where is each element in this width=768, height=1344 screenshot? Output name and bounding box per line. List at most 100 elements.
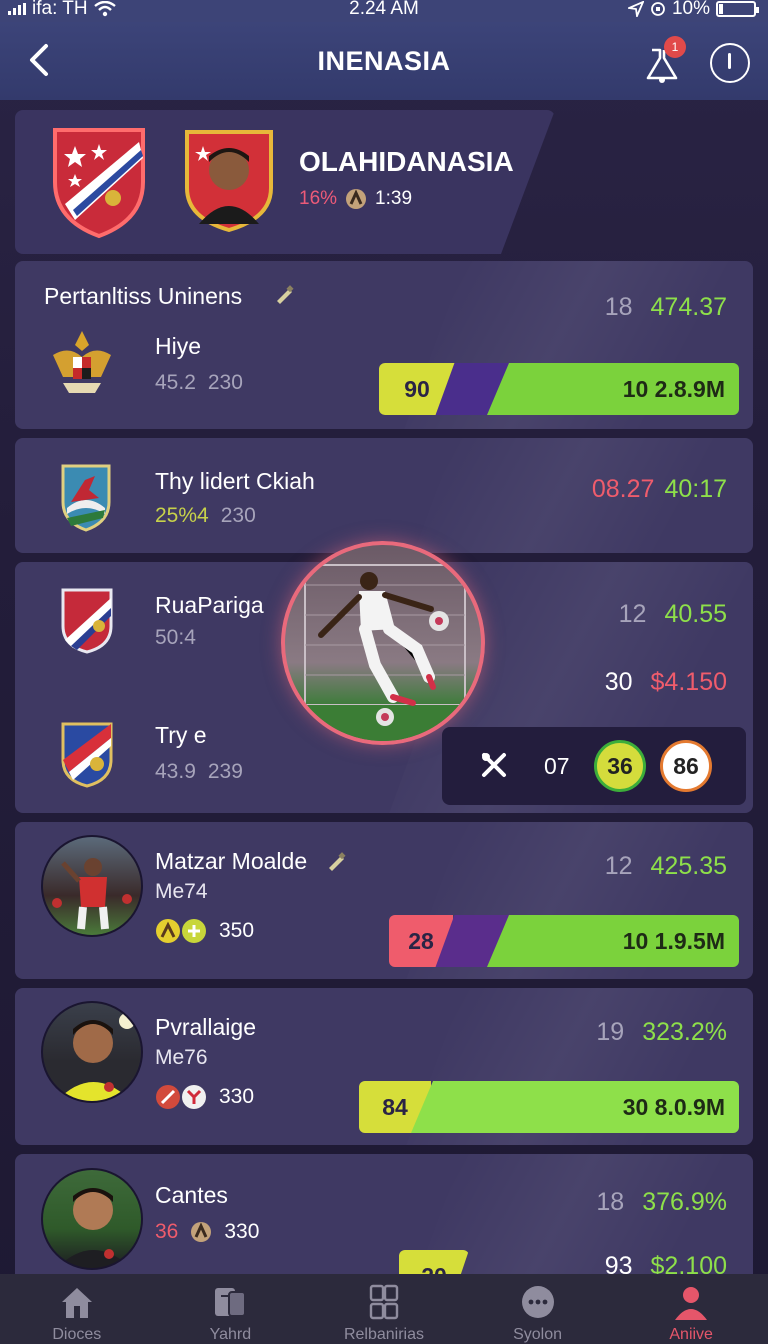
club-crest-icon <box>61 464 111 532</box>
notification-badge: 1 <box>664 36 686 58</box>
team-meta: 16% 1:39 <box>299 188 412 210</box>
badges-icon <box>156 1085 206 1109</box>
value: 425.35 <box>650 852 727 880</box>
stat-b: 230 <box>220 504 256 527</box>
pencil-icon <box>329 852 346 871</box>
pencil-icon <box>277 285 294 304</box>
score-home: 36 <box>594 740 646 792</box>
odds-bar[interactable]: 28 10 1.9.5M <box>389 915 739 967</box>
club-name: Try e <box>155 722 207 748</box>
stat-a: 50:4 <box>155 626 196 649</box>
player-avatar <box>41 1001 143 1103</box>
chat-icon <box>521 1286 554 1318</box>
odds-bar[interactable]: 90 10 2.8.9M <box>379 363 739 415</box>
value-a: 08.27 <box>591 475 655 503</box>
match-score-panel[interactable]: 07 36 86 <box>442 727 746 805</box>
tab-label: Relbanirias <box>343 1326 424 1343</box>
section-title: Pertanltiss Uninens <box>44 283 243 309</box>
stat-a: 43.9 <box>155 760 196 783</box>
profile-icon <box>675 1287 708 1320</box>
tab-yahrd[interactable]: Yahrd <box>154 1274 308 1344</box>
cards-icon <box>215 1288 247 1317</box>
location-icon <box>627 1 644 17</box>
rotation-lock-icon <box>651 2 665 16</box>
player-name: Matzar Moalde <box>155 848 308 874</box>
value: 474.37 <box>650 293 727 321</box>
player-kick-illustration <box>285 564 481 741</box>
player-name: Cantes <box>155 1182 228 1208</box>
bar-right-value: 10 2.8.9M <box>487 363 739 415</box>
list-item[interactable]: Pertanltiss Uninens Hiye 45.2 230 18 474… <box>15 261 753 429</box>
club-stats: 43.9 239 <box>155 760 243 784</box>
club-name: Thy lidert Ckiah <box>155 468 315 494</box>
bar-right-value: 30 8.0.9M <box>411 1081 739 1133</box>
player-code: Me76 <box>155 1046 208 1069</box>
player-stats: 36 330 <box>155 1220 259 1244</box>
stat-a: 36 <box>155 1220 179 1243</box>
club-name: Hiye <box>155 333 202 359</box>
highlight-video-thumbnail[interactable] <box>281 541 485 745</box>
value: 376.9% <box>642 1188 727 1216</box>
rank: 12 <box>604 852 633 880</box>
list-item[interactable]: Thy lidert Ckiah 25%4 230 08.27 40:17 <box>15 438 753 553</box>
battery-percent: 10% <box>671 0 710 19</box>
tab-label: Yahrd <box>209 1326 252 1343</box>
garuda-crest-icon <box>53 331 111 393</box>
tab-aniive[interactable]: Aniive <box>614 1274 768 1344</box>
sub-value: $4.150 <box>650 668 727 696</box>
rank-value: 18 474.37 <box>605 293 727 322</box>
sub-rank: 30 <box>604 668 633 696</box>
tab-syolon[interactable]: Syolon <box>461 1274 615 1344</box>
player-stats: 350 <box>155 918 254 944</box>
club-crest-icon <box>61 588 113 654</box>
player-mini-icon <box>346 189 367 209</box>
list-item[interactable]: Matzar Moalde Me74 350 12 425.35 28 10 1… <box>15 822 753 979</box>
club-crest-icon <box>61 722 113 788</box>
player-stats: 330 <box>155 1084 254 1110</box>
status-bar: ifa: TH 2.24 AM 10% <box>0 0 768 22</box>
stat-b: 230 <box>207 371 243 394</box>
badges-icon <box>156 919 206 943</box>
player-avatar <box>41 1168 143 1270</box>
match-number: 07 <box>544 753 570 779</box>
grid-icon <box>369 1284 399 1320</box>
rank-value: 19 323.2% <box>596 1018 727 1047</box>
team-percent: 16% <box>299 188 338 209</box>
stat-b: 239 <box>207 760 243 783</box>
info-button[interactable] <box>710 43 750 83</box>
club-stats: 25%4 230 <box>155 504 256 528</box>
tab-label: Aniive <box>669 1326 713 1343</box>
rank: 12 <box>618 600 647 628</box>
rank: 18 <box>596 1188 625 1216</box>
club-stats: 45.2 230 <box>155 371 243 395</box>
stat-b: 350 <box>219 919 255 942</box>
tab-relbanirias[interactable]: Relbanirias <box>307 1274 461 1344</box>
tab-label: Syolon <box>513 1326 563 1343</box>
player-name: Pvrallaige <box>155 1014 256 1040</box>
rank-value: 12 40.55 <box>619 600 727 629</box>
tools-icon <box>482 753 506 777</box>
stat-b: 330 <box>224 1220 260 1243</box>
stat-b: 330 <box>219 1085 255 1108</box>
team-card[interactable]: OLAHIDANASIA 16% 1:39 <box>15 110 555 254</box>
tab-dioces[interactable]: Dioces <box>0 1274 154 1344</box>
value: 323.2% <box>642 1018 727 1046</box>
battery-icon <box>716 1 759 17</box>
value: 40.55 <box>664 600 727 628</box>
team-name: OLAHIDANASIA <box>299 146 514 177</box>
player-portrait-icon <box>185 130 273 232</box>
player-photo-icon <box>56 1013 135 1101</box>
player-photo-icon <box>52 858 132 930</box>
sub-rank-value: 30 $4.150 <box>605 668 727 697</box>
player-photo-icon <box>57 1188 131 1268</box>
stat-a: 25%4 <box>155 504 209 527</box>
club-name: RuaPariga <box>155 592 264 618</box>
list-item[interactable]: Pvrallaige Me76 330 19 323.2% 84 30 8.0.… <box>15 988 753 1145</box>
player-avatar <box>41 835 143 937</box>
app-header: INENASIA 1 <box>0 22 768 100</box>
status-right: 10% <box>627 0 759 20</box>
score-away: 86 <box>660 740 712 792</box>
rank-value: 18 376.9% <box>596 1188 727 1217</box>
club-stats: 50:4 <box>155 626 196 650</box>
odds-bar[interactable]: 84 30 8.0.9M <box>359 1081 739 1133</box>
